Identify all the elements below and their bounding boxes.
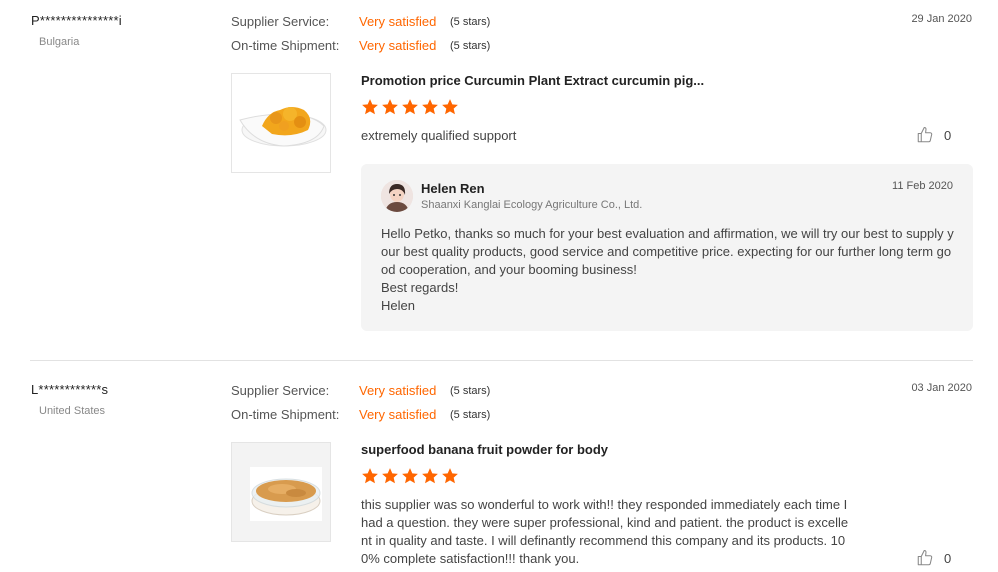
- rating-label: On-time Shipment:: [231, 407, 340, 422]
- star-icon: [422, 99, 438, 115]
- rating-stars-count: (5 stars): [450, 409, 491, 421]
- rating-value: Very satisfied: [359, 14, 437, 29]
- product-title-link[interactable]: superfood banana fruit powder for body: [361, 442, 608, 457]
- star-icon: [362, 99, 378, 115]
- thumbs-up-icon: [917, 549, 933, 566]
- product-image[interactable]: [231, 442, 331, 542]
- rating-stars-count: (5 stars): [450, 40, 491, 52]
- supplier-avatar-icon: [381, 180, 413, 212]
- product-image[interactable]: [231, 73, 331, 173]
- star-icon: [442, 99, 458, 115]
- star-icon: [442, 468, 458, 484]
- review-divider: [30, 360, 973, 361]
- like-button[interactable]: 0: [916, 549, 951, 567]
- rating-label: Supplier Service:: [231, 14, 330, 29]
- buyer-name: L************s: [31, 382, 109, 397]
- reply-text: Hello Petko, thanks so much for your bes…: [381, 225, 956, 315]
- review-text: this supplier was so wonderful to work w…: [361, 497, 849, 566]
- star-icon: [382, 99, 398, 115]
- curcumin-powder-icon: [239, 107, 327, 147]
- reply-author-name: Helen Ren: [421, 181, 485, 196]
- review-text: extremely qualified support: [361, 128, 517, 143]
- rating-value: Very satisfied: [359, 38, 437, 53]
- buyer-name: P***************i: [31, 13, 122, 28]
- reply-paragraph: Helen: [381, 298, 415, 313]
- rating-value: Very satisfied: [359, 383, 437, 398]
- review-date: 03 Jan 2020: [911, 382, 972, 394]
- rating-stars-count: (5 stars): [450, 16, 491, 28]
- product-title-link[interactable]: Promotion price Curcumin Plant Extract c…: [361, 73, 704, 88]
- star-icon: [402, 99, 418, 115]
- review-item: P***************i Bulgaria Supplier Serv…: [0, 0, 998, 360]
- rating-value: Very satisfied: [359, 407, 437, 422]
- review-item: L************s United States Supplier Se…: [0, 369, 998, 572]
- like-count: 0: [944, 550, 952, 566]
- supplier-reply: Helen Ren Shaanxi Kanglai Ecology Agricu…: [361, 164, 973, 331]
- buyer-country: Bulgaria: [39, 36, 80, 48]
- review-star-rating: [361, 467, 459, 485]
- review-star-rating: [361, 98, 459, 116]
- reply-company-name: Shaanxi Kanglai Ecology Agriculture Co.,…: [421, 199, 643, 211]
- like-count: 0: [944, 127, 952, 143]
- star-icon: [422, 468, 438, 484]
- banana-powder-icon: [250, 467, 322, 521]
- like-button[interactable]: 0: [916, 126, 951, 144]
- thumbs-up-icon: [917, 126, 933, 143]
- reply-paragraph: Hello Petko, thanks so much for your bes…: [381, 226, 954, 277]
- star-icon: [362, 468, 378, 484]
- review-date: 29 Jan 2020: [911, 13, 972, 25]
- star-icon: [382, 468, 398, 484]
- star-icon: [402, 468, 418, 484]
- buyer-country: United States: [39, 405, 106, 417]
- rating-label: On-time Shipment:: [231, 38, 340, 53]
- avatar: [381, 180, 413, 212]
- reply-date: 11 Feb 2020: [892, 180, 953, 192]
- rating-stars-count: (5 stars): [450, 385, 491, 397]
- reply-paragraph: Best regards!: [381, 280, 459, 295]
- rating-label: Supplier Service:: [231, 383, 330, 398]
